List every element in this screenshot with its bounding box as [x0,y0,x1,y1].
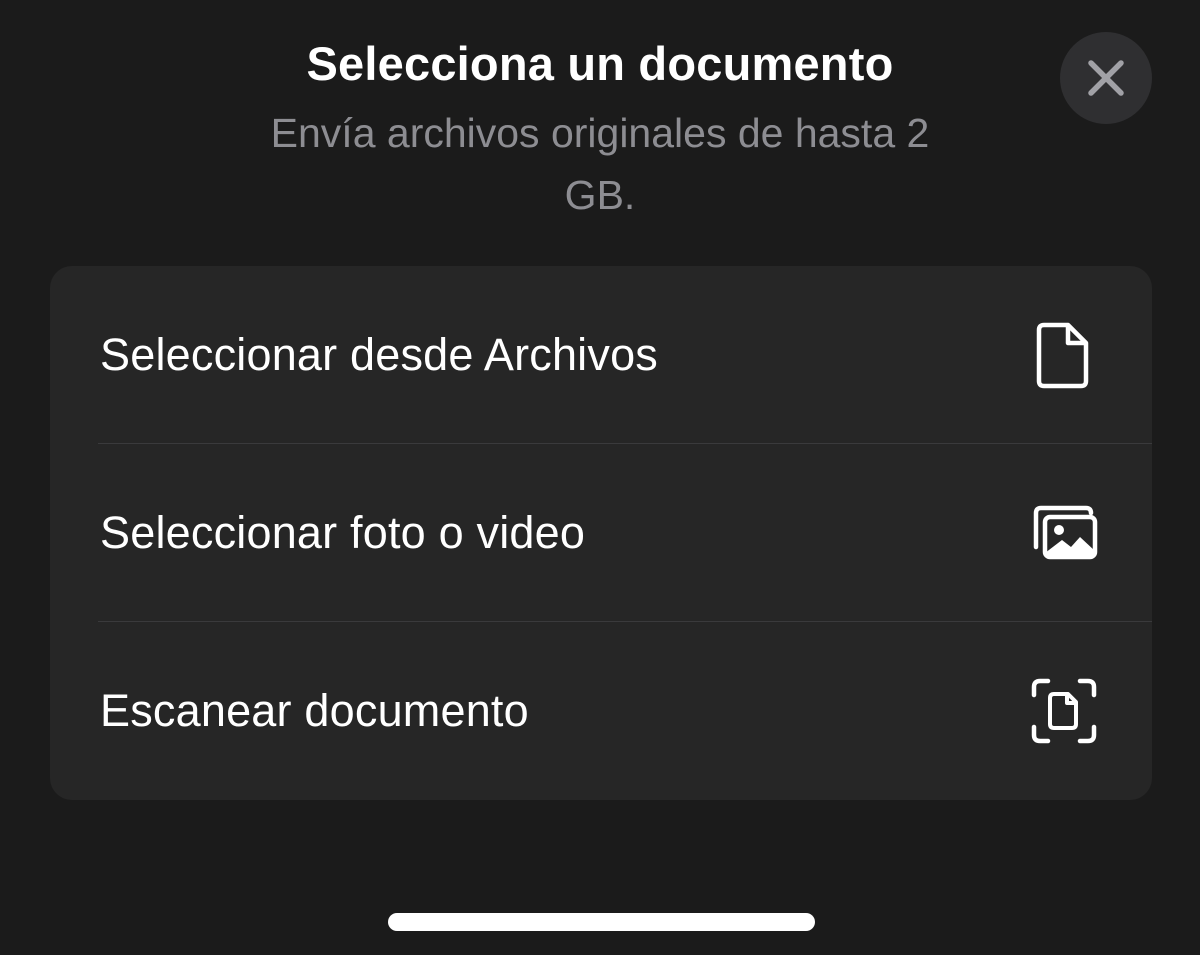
option-select-from-files[interactable]: Seleccionar desde Archivos [50,266,1152,444]
option-scan-document[interactable]: Escanear documento [50,622,1152,800]
option-label: Escanear documento [100,685,529,736]
option-label: Seleccionar foto o video [100,507,586,558]
file-icon [1028,319,1100,391]
sheet-title: Selecciona un documento [306,37,894,90]
home-indicator[interactable] [388,913,815,931]
photos-icon [1028,497,1100,569]
document-picker-sheet: Selecciona un documento Envía archivos o… [0,0,1200,955]
option-label: Seleccionar desde Archivos [100,329,659,380]
sheet-subtitle: Envía archivos originales de hasta 2 GB. [270,110,930,218]
scan-document-icon [1028,675,1100,747]
close-button[interactable] [1060,32,1152,124]
options-list: Seleccionar desde Archivos Seleccionar f… [50,266,1152,800]
close-icon [1088,60,1124,96]
option-select-photo-or-video[interactable]: Seleccionar foto o video [50,444,1152,622]
sheet-header: Selecciona un documento Envía archivos o… [200,36,1000,226]
